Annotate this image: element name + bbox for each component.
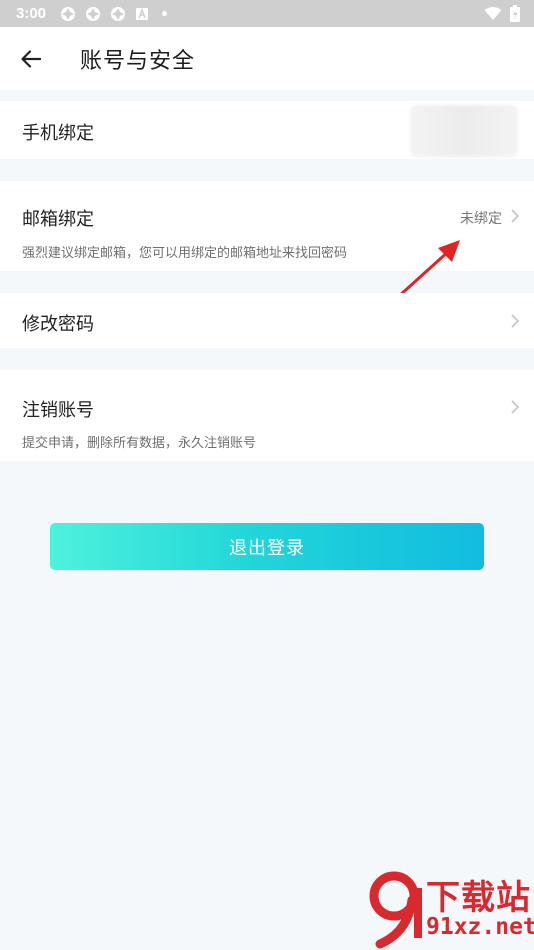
watermark-url: 91xz.net <box>426 914 534 940</box>
watermark-name: 下载站 <box>426 878 531 918</box>
app-notification-icon <box>61 6 76 21</box>
cancel-account-hint: 提交申请，删除所有数据，永久注销账号 <box>22 436 257 451</box>
system-icons <box>484 5 520 22</box>
chevron-right-icon <box>511 209 520 223</box>
phone-binding-label: 手机绑定 <box>22 123 94 144</box>
app-notification-icon <box>111 6 126 21</box>
more-notifications-dot <box>162 11 168 16</box>
translate-notification-icon <box>136 7 149 20</box>
notification-icons <box>60 6 168 22</box>
watermark: 下载站 91xz.net <box>364 868 534 950</box>
arrow-left-icon <box>21 49 41 68</box>
app-notification-icon <box>86 6 101 21</box>
back-button[interactable] <box>11 39 51 79</box>
status-bar: 3:00 <box>0 0 534 27</box>
chevron-right-icon <box>511 400 520 414</box>
watermark-logo-icon <box>369 871 422 949</box>
cancel-account-label: 注销账号 <box>22 400 94 421</box>
masked-phone-number <box>410 105 518 157</box>
phone-binding-row[interactable]: 手机绑定 <box>0 101 534 159</box>
email-binding-label: 邮箱绑定 <box>22 209 94 230</box>
page-title: 账号与安全 <box>80 48 196 74</box>
cancel-account-row[interactable]: 注销账号 提交申请，删除所有数据，永久注销账号 <box>0 370 534 461</box>
change-password-row[interactable]: 修改密码 <box>0 293 534 348</box>
wifi-icon <box>484 7 502 20</box>
chevron-right-icon <box>511 314 520 328</box>
change-password-label: 修改密码 <box>22 314 94 335</box>
logout-button[interactable]: 退出登录 <box>50 523 484 570</box>
status-time: 3:00 <box>16 5 47 22</box>
email-binding-hint: 强烈建议绑定邮箱，您可以用绑定的邮箱地址来找回密码 <box>22 246 348 261</box>
battery-icon <box>510 5 520 22</box>
email-binding-status: 未绑定 <box>460 211 502 227</box>
app-bar: 账号与安全 <box>0 27 534 90</box>
